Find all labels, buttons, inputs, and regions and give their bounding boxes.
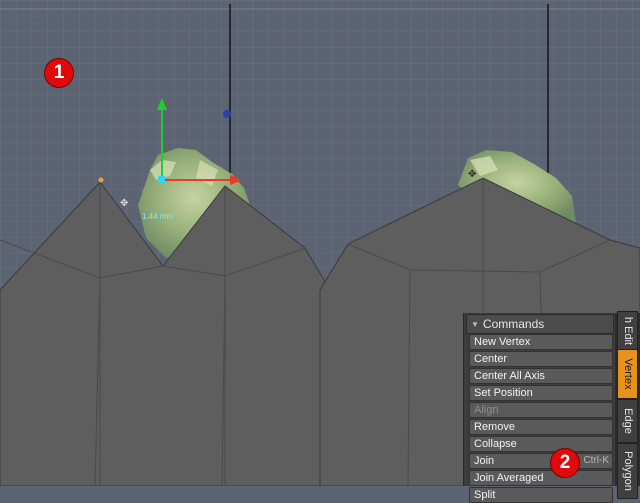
commands-panel-header[interactable]: ▼ Commands [466, 314, 614, 334]
command-join[interactable]: Join Ctrl-K [469, 453, 613, 469]
commands-list: New Vertex Center Center All Axis Set Po… [469, 333, 613, 503]
selected-vertex-point[interactable] [98, 177, 104, 183]
tab-polygon[interactable]: Polygon [617, 443, 638, 499]
tab-vertex[interactable]: Vertex [617, 349, 638, 399]
collapse-triangle-icon[interactable]: ▼ [471, 316, 479, 334]
command-align: Align [469, 402, 613, 418]
z-axis-handle[interactable] [223, 110, 231, 118]
cursor-icon-2: ✥ [468, 169, 476, 180]
command-center[interactable]: Center [469, 351, 613, 367]
callout-marker-1: 1 [45, 59, 73, 87]
command-new-vertex[interactable]: New Vertex [469, 334, 613, 350]
cursor-icon: ✥ [120, 198, 128, 209]
command-split[interactable]: Split [469, 487, 613, 503]
vertical-tab-strip: h Edit Vertex Edge Polygon [615, 311, 640, 499]
callout-marker-2: 2 [551, 449, 579, 477]
commands-panel-title: Commands [482, 317, 545, 331]
tab-edge[interactable]: Edge [617, 399, 638, 443]
measurement-label: 1.44 mm [142, 212, 173, 221]
commands-panel: ▼ Commands New Vertex Center Center All A… [463, 313, 616, 503]
command-remove[interactable]: Remove [469, 419, 613, 435]
command-set-position[interactable]: Set Position [469, 385, 613, 401]
command-join-averaged[interactable]: Join Averaged [469, 470, 613, 486]
command-center-all-axis[interactable]: Center All Axis [469, 368, 613, 384]
gizmo-center-handle[interactable] [158, 176, 165, 183]
command-collapse[interactable]: Collapse [469, 436, 613, 452]
join-shortcut: Ctrl-K [583, 455, 609, 466]
tab-mesh-edit[interactable]: h Edit [617, 311, 638, 351]
